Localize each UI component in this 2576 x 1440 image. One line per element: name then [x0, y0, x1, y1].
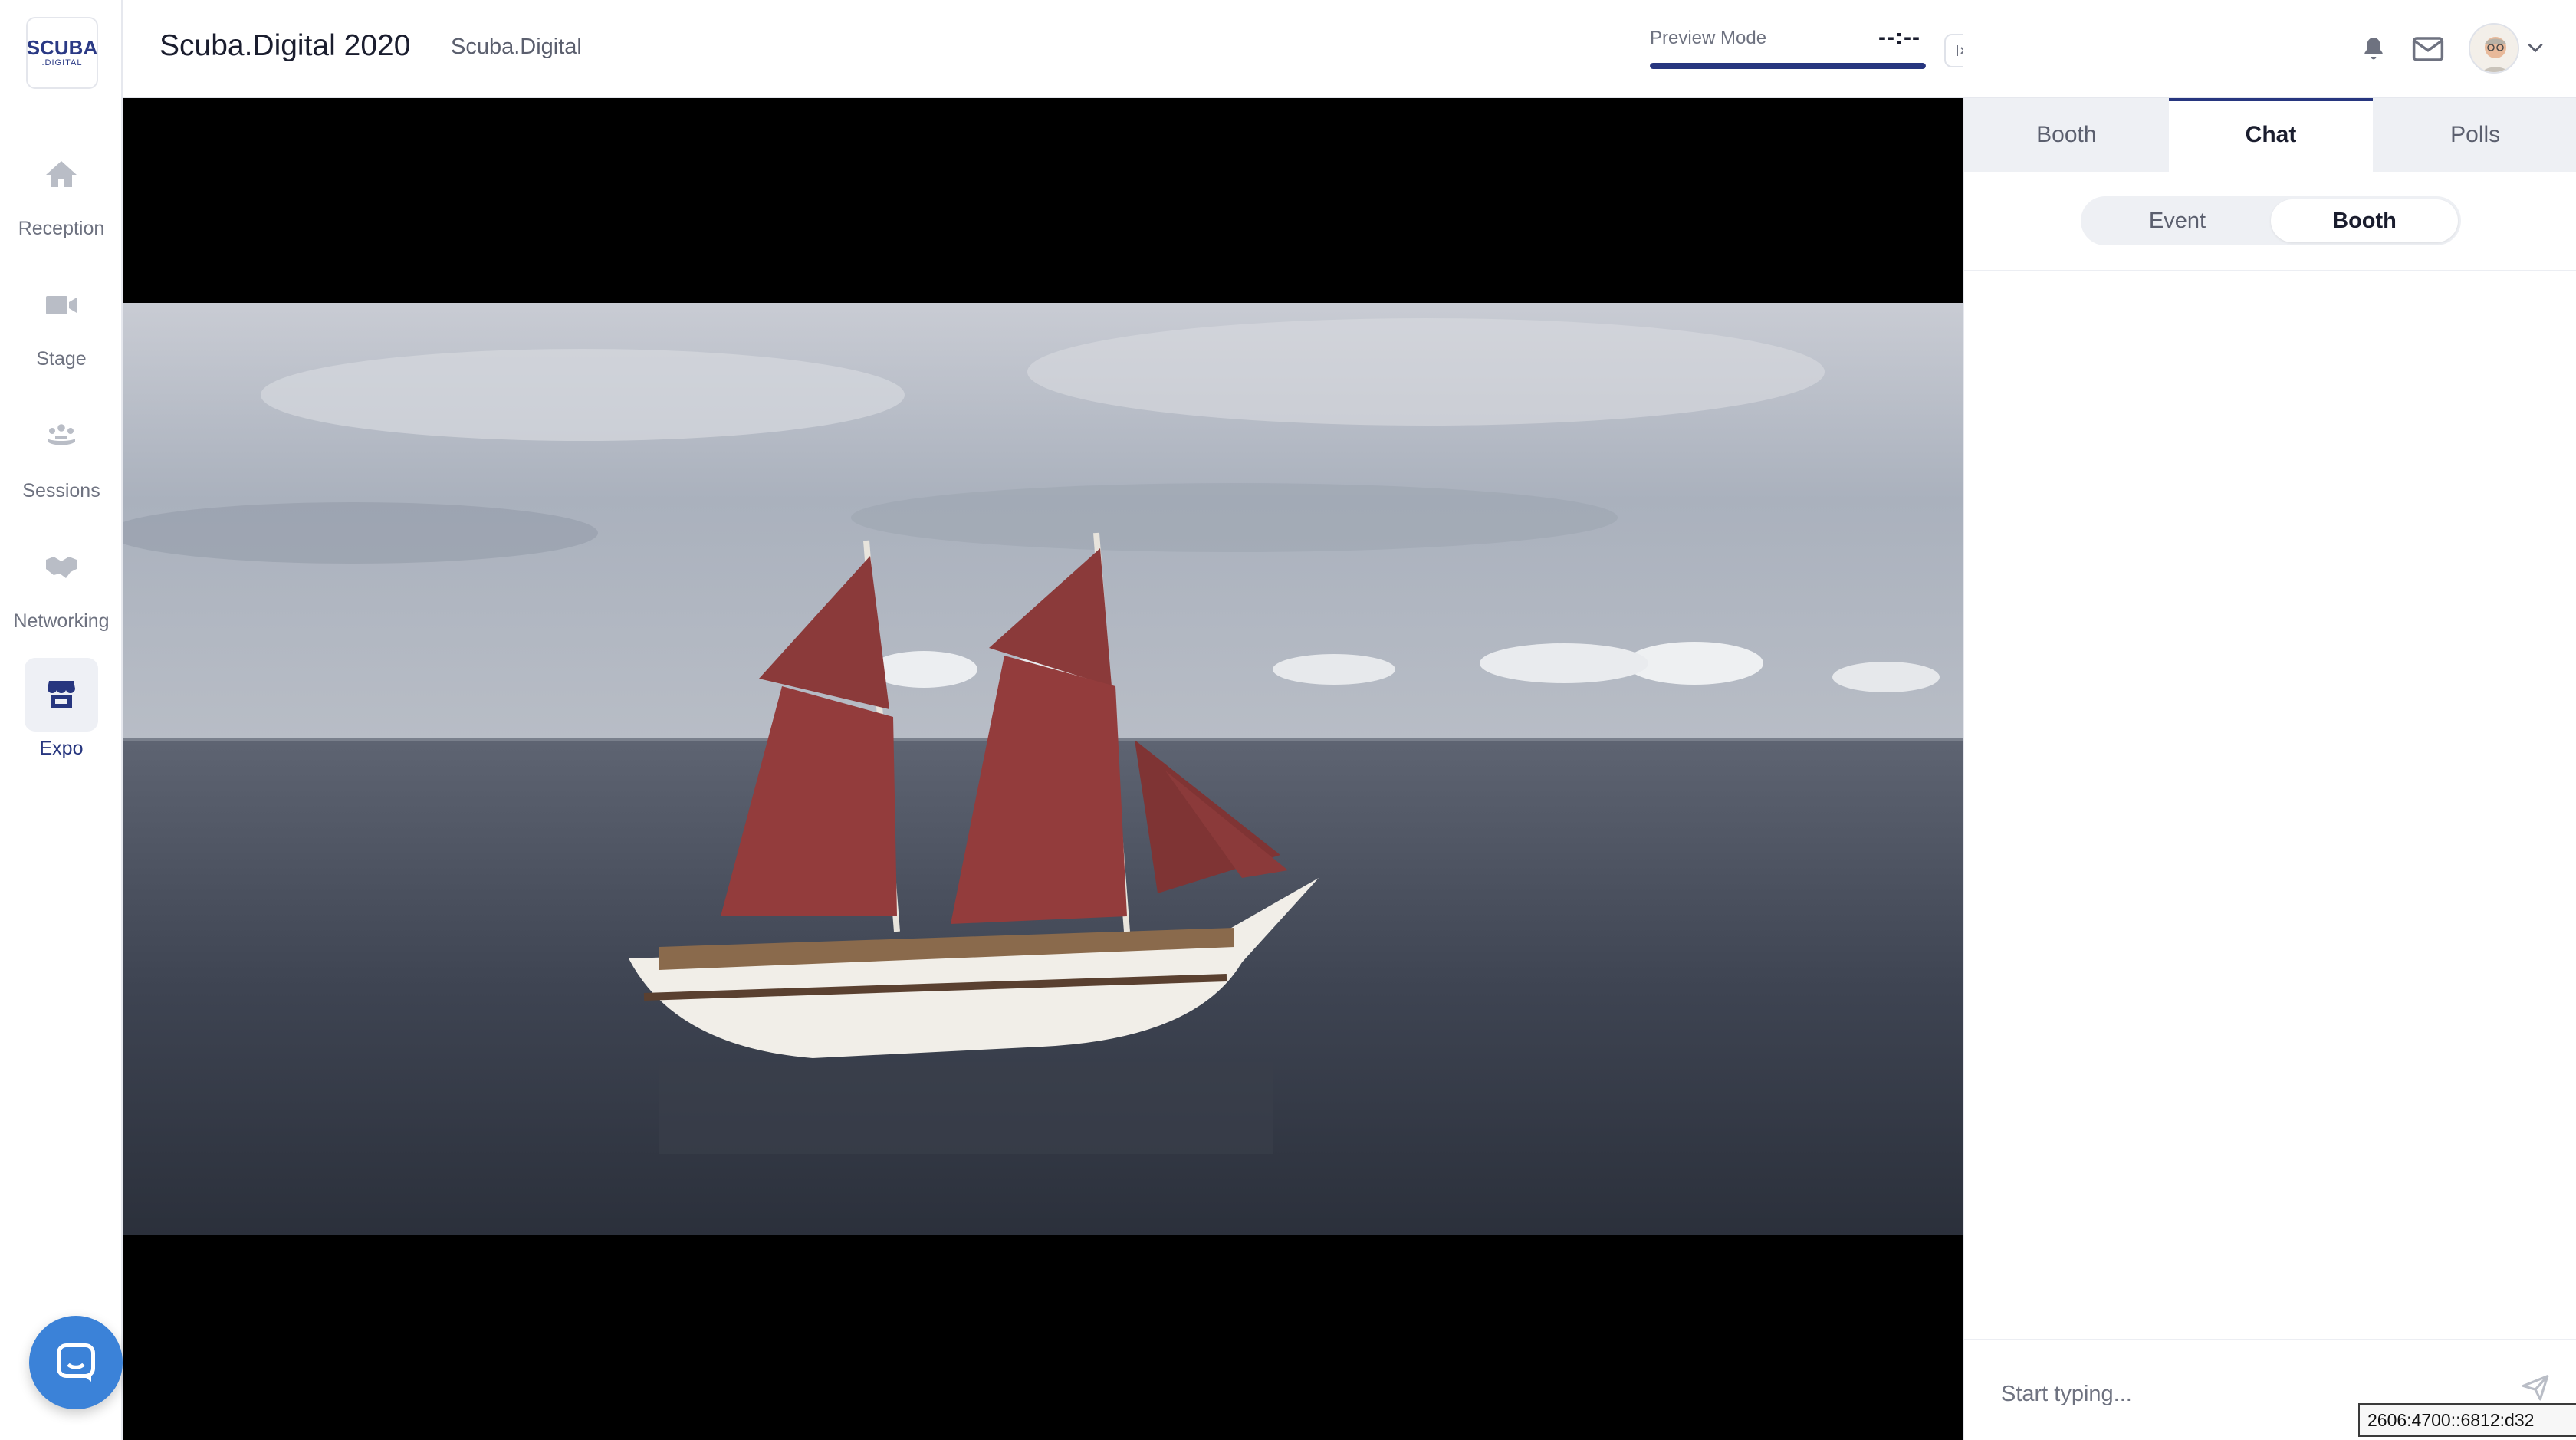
tab-polls[interactable]: Polls [2373, 98, 2576, 172]
logo-text: SCUBA [26, 36, 98, 59]
chat-scope-event[interactable]: Event [2084, 199, 2271, 242]
bell-icon[interactable] [2358, 34, 2389, 64]
send-icon[interactable] [2521, 1373, 2550, 1402]
people-group-icon [25, 400, 98, 474]
ip-address-tooltip: 2606:4700::6812:d32 [2358, 1403, 2576, 1437]
preview-progress-fill [1650, 63, 1926, 69]
brand-logo[interactable]: SCUBA .DIGITAL [26, 17, 98, 89]
organizer-name[interactable]: Scuba.Digital [451, 35, 582, 60]
storefront-icon [25, 658, 98, 732]
event-title: Scuba.Digital 2020 [159, 29, 411, 62]
divider [1964, 1339, 2576, 1340]
chat-bubble-icon [57, 1343, 95, 1382]
sidebar-item-label: Reception [18, 218, 105, 239]
handshake-icon [25, 531, 98, 604]
video-player[interactable] [123, 98, 1963, 1440]
mail-icon[interactable] [2412, 35, 2444, 63]
top-header: Scuba.Digital 2020 Scuba.Digital Preview… [123, 0, 1978, 98]
home-icon [25, 138, 98, 212]
chevron-down-icon[interactable] [2525, 40, 2545, 55]
sidebar-item-reception[interactable]: Reception [0, 138, 123, 261]
video-camera-icon [25, 268, 98, 342]
chat-scope-booth[interactable]: Booth [2271, 199, 2458, 242]
messenger-launcher-button[interactable] [29, 1316, 123, 1409]
sidebar-item-stage[interactable]: Stage [0, 268, 123, 391]
panel-tabs: Booth Chat Polls [1964, 98, 2576, 172]
sidebar: SCUBA .DIGITAL Reception Stage Sessions … [0, 0, 123, 1440]
sidebar-item-sessions[interactable]: Sessions [0, 400, 123, 523]
logo-subtext: .DIGITAL [41, 58, 83, 67]
preview-timer: --:-- [1878, 25, 1921, 50]
preview-mode-label: Preview Mode [1650, 28, 1767, 48]
preview-progress-bar [1650, 63, 1926, 69]
side-panel: Booth Chat Polls Event Booth [1963, 98, 2576, 1440]
sidebar-item-expo[interactable]: Expo [0, 658, 123, 781]
sidebar-item-networking[interactable]: Networking [0, 531, 123, 653]
sailing-ship-image [123, 303, 1963, 1235]
video-frame [123, 303, 1963, 1235]
sidebar-item-label: Sessions [22, 480, 100, 501]
sidebar-item-label: Networking [13, 610, 110, 632]
avatar[interactable] [2469, 23, 2519, 74]
sidebar-item-label: Stage [36, 348, 87, 370]
sidebar-item-label: Expo [39, 738, 84, 759]
tab-booth[interactable]: Booth [1964, 98, 2169, 172]
tab-chat[interactable]: Chat [2168, 98, 2374, 172]
app-root: SCUBA .DIGITAL Reception Stage Sessions … [0, 0, 2576, 1440]
chat-scope-toggle: Event Booth [2081, 196, 2461, 245]
chat-messages[interactable] [1964, 271, 2576, 1437]
